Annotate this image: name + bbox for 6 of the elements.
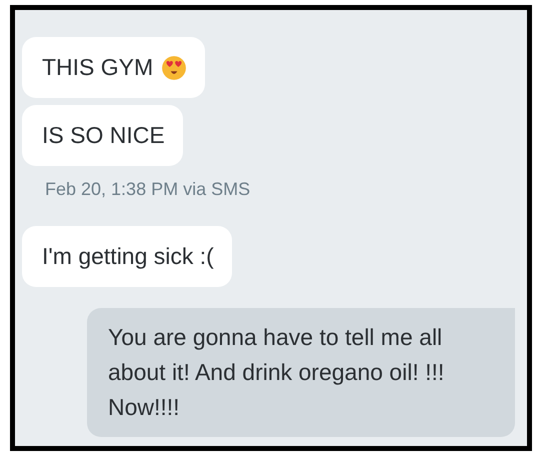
message-text: IS SO NICE — [42, 121, 165, 150]
message-text: I'm getting sick :( — [42, 242, 214, 271]
message-text: You are gonna have to tell me all about it! And drink oregano oil! !!! Now!!!! — [108, 323, 446, 422]
message-text: THIS GYM — [42, 53, 154, 82]
message-timestamp: Feb 20, 1:38 PM via SMS — [45, 179, 250, 200]
heart-eyes-face-icon — [161, 54, 188, 80]
